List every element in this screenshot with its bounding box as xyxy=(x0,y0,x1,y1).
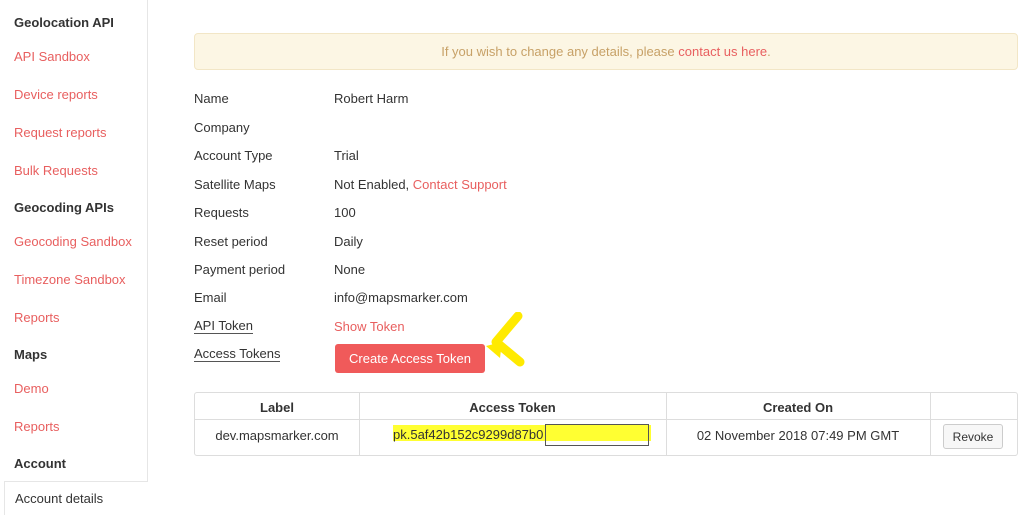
sidebar-heading-account: Account xyxy=(14,456,66,471)
api-token-label: API Token xyxy=(194,318,254,334)
account-type-value: Trial xyxy=(334,148,359,163)
revoke-button[interactable]: Revoke xyxy=(943,424,1003,449)
table-column-created: Created On 02 November 2018 07:49 PM GMT xyxy=(666,393,931,455)
reset-period-value: Daily xyxy=(334,234,363,249)
account-type-label: Account Type xyxy=(194,148,273,163)
sidebar-item-maps-reports[interactable]: Reports xyxy=(14,419,60,434)
sidebar-item-api-sandbox[interactable]: API Sandbox xyxy=(14,49,90,64)
email-value: info@mapsmarker.com xyxy=(334,290,468,305)
notice-text: If you wish to change any details, pleas… xyxy=(441,44,679,59)
sidebar-heading-maps: Maps xyxy=(14,347,48,362)
create-access-token-button[interactable]: Create Access Token xyxy=(335,344,485,373)
table-column-label: Label dev.mapsmarker.com xyxy=(195,393,360,455)
table-header-access-token: Access Token xyxy=(469,400,556,415)
token-redaction-box xyxy=(545,424,649,446)
contact-us-link[interactable]: contact us here xyxy=(678,44,767,59)
yellow-arrow-annotation xyxy=(486,312,525,367)
satellite-maps-status: Not Enabled, xyxy=(334,177,413,192)
table-cell-access-token: pk.5af42b152c9299d87b0 xyxy=(393,427,544,442)
sidebar-item-geocoding-reports[interactable]: Reports xyxy=(14,310,60,325)
table-cell-created-on: 02 November 2018 07:49 PM GMT xyxy=(696,428,900,443)
reset-period-label: Reset period xyxy=(194,234,268,249)
email-label: Email xyxy=(194,290,227,305)
sidebar-item-bulk-requests[interactable]: Bulk Requests xyxy=(14,163,98,178)
satellite-maps-value: Not Enabled, Contact Support xyxy=(334,177,507,192)
sidebar-item-demo[interactable]: Demo xyxy=(14,381,49,396)
table-header-created-on: Created On xyxy=(762,400,834,415)
requests-label: Requests xyxy=(194,205,249,220)
sidebar-heading-geocoding: Geocoding APIs xyxy=(14,200,114,215)
payment-period-value: None xyxy=(334,262,366,277)
contact-support-link[interactable]: Contact Support xyxy=(413,177,507,192)
notice-banner: If you wish to change any details, pleas… xyxy=(194,33,1018,70)
satellite-maps-label: Satellite Maps xyxy=(194,177,276,192)
company-label: Company xyxy=(194,120,250,135)
sidebar: Geolocation API API Sandbox Device repor… xyxy=(0,0,148,515)
sidebar-item-geocoding-sandbox[interactable]: Geocoding Sandbox xyxy=(14,234,132,249)
payment-period-label: Payment period xyxy=(194,262,286,277)
access-tokens-label: Access Tokens xyxy=(194,346,281,362)
sidebar-item-account-details[interactable]: Account details xyxy=(4,481,148,515)
show-token-link[interactable]: Show Token xyxy=(334,319,405,334)
sidebar-item-label: Account details xyxy=(15,491,104,506)
name-label: Name xyxy=(194,91,229,106)
sidebar-item-timezone-sandbox[interactable]: Timezone Sandbox xyxy=(14,272,126,287)
sidebar-heading-geolocation: Geolocation API xyxy=(14,15,114,30)
requests-value: 100 xyxy=(334,205,356,220)
name-value: Robert Harm xyxy=(334,91,409,106)
sidebar-item-device-reports[interactable]: Device reports xyxy=(14,87,98,102)
notice-suffix: . xyxy=(767,44,771,59)
table-cell-label: dev.mapsmarker.com xyxy=(215,428,339,443)
sidebar-item-request-reports[interactable]: Request reports xyxy=(14,125,107,140)
table-header-label: Label xyxy=(260,400,294,415)
